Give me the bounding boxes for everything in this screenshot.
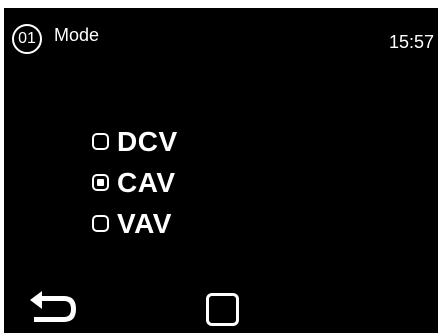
square-icon xyxy=(206,293,239,326)
mode-option-label: CAV xyxy=(117,166,176,198)
header-bar: 01 Mode 15:57 xyxy=(12,24,438,60)
screen-number-badge: 01 xyxy=(12,24,42,54)
clock: 15:57 xyxy=(388,32,434,52)
mode-options: DCV CAV VAV xyxy=(92,121,178,244)
radio-icon[interactable] xyxy=(92,133,109,150)
home-button[interactable] xyxy=(206,293,242,329)
radio-checked-icon[interactable] xyxy=(92,174,109,191)
mode-option-cav[interactable]: CAV xyxy=(92,162,178,203)
mode-option-vav[interactable]: VAV xyxy=(92,203,178,244)
mode-option-label: VAV xyxy=(117,207,172,239)
back-button[interactable] xyxy=(26,288,80,328)
device-frame: 01 Mode 15:57 DCV CAV VAV xyxy=(0,0,442,333)
display-screen: 01 Mode 15:57 DCV CAV VAV xyxy=(4,8,438,333)
radio-icon[interactable] xyxy=(92,215,109,232)
mode-option-label: DCV xyxy=(117,125,178,157)
page-title: Mode xyxy=(54,25,100,45)
return-arrow-icon xyxy=(30,291,76,322)
mode-option-dcv[interactable]: DCV xyxy=(92,121,178,162)
